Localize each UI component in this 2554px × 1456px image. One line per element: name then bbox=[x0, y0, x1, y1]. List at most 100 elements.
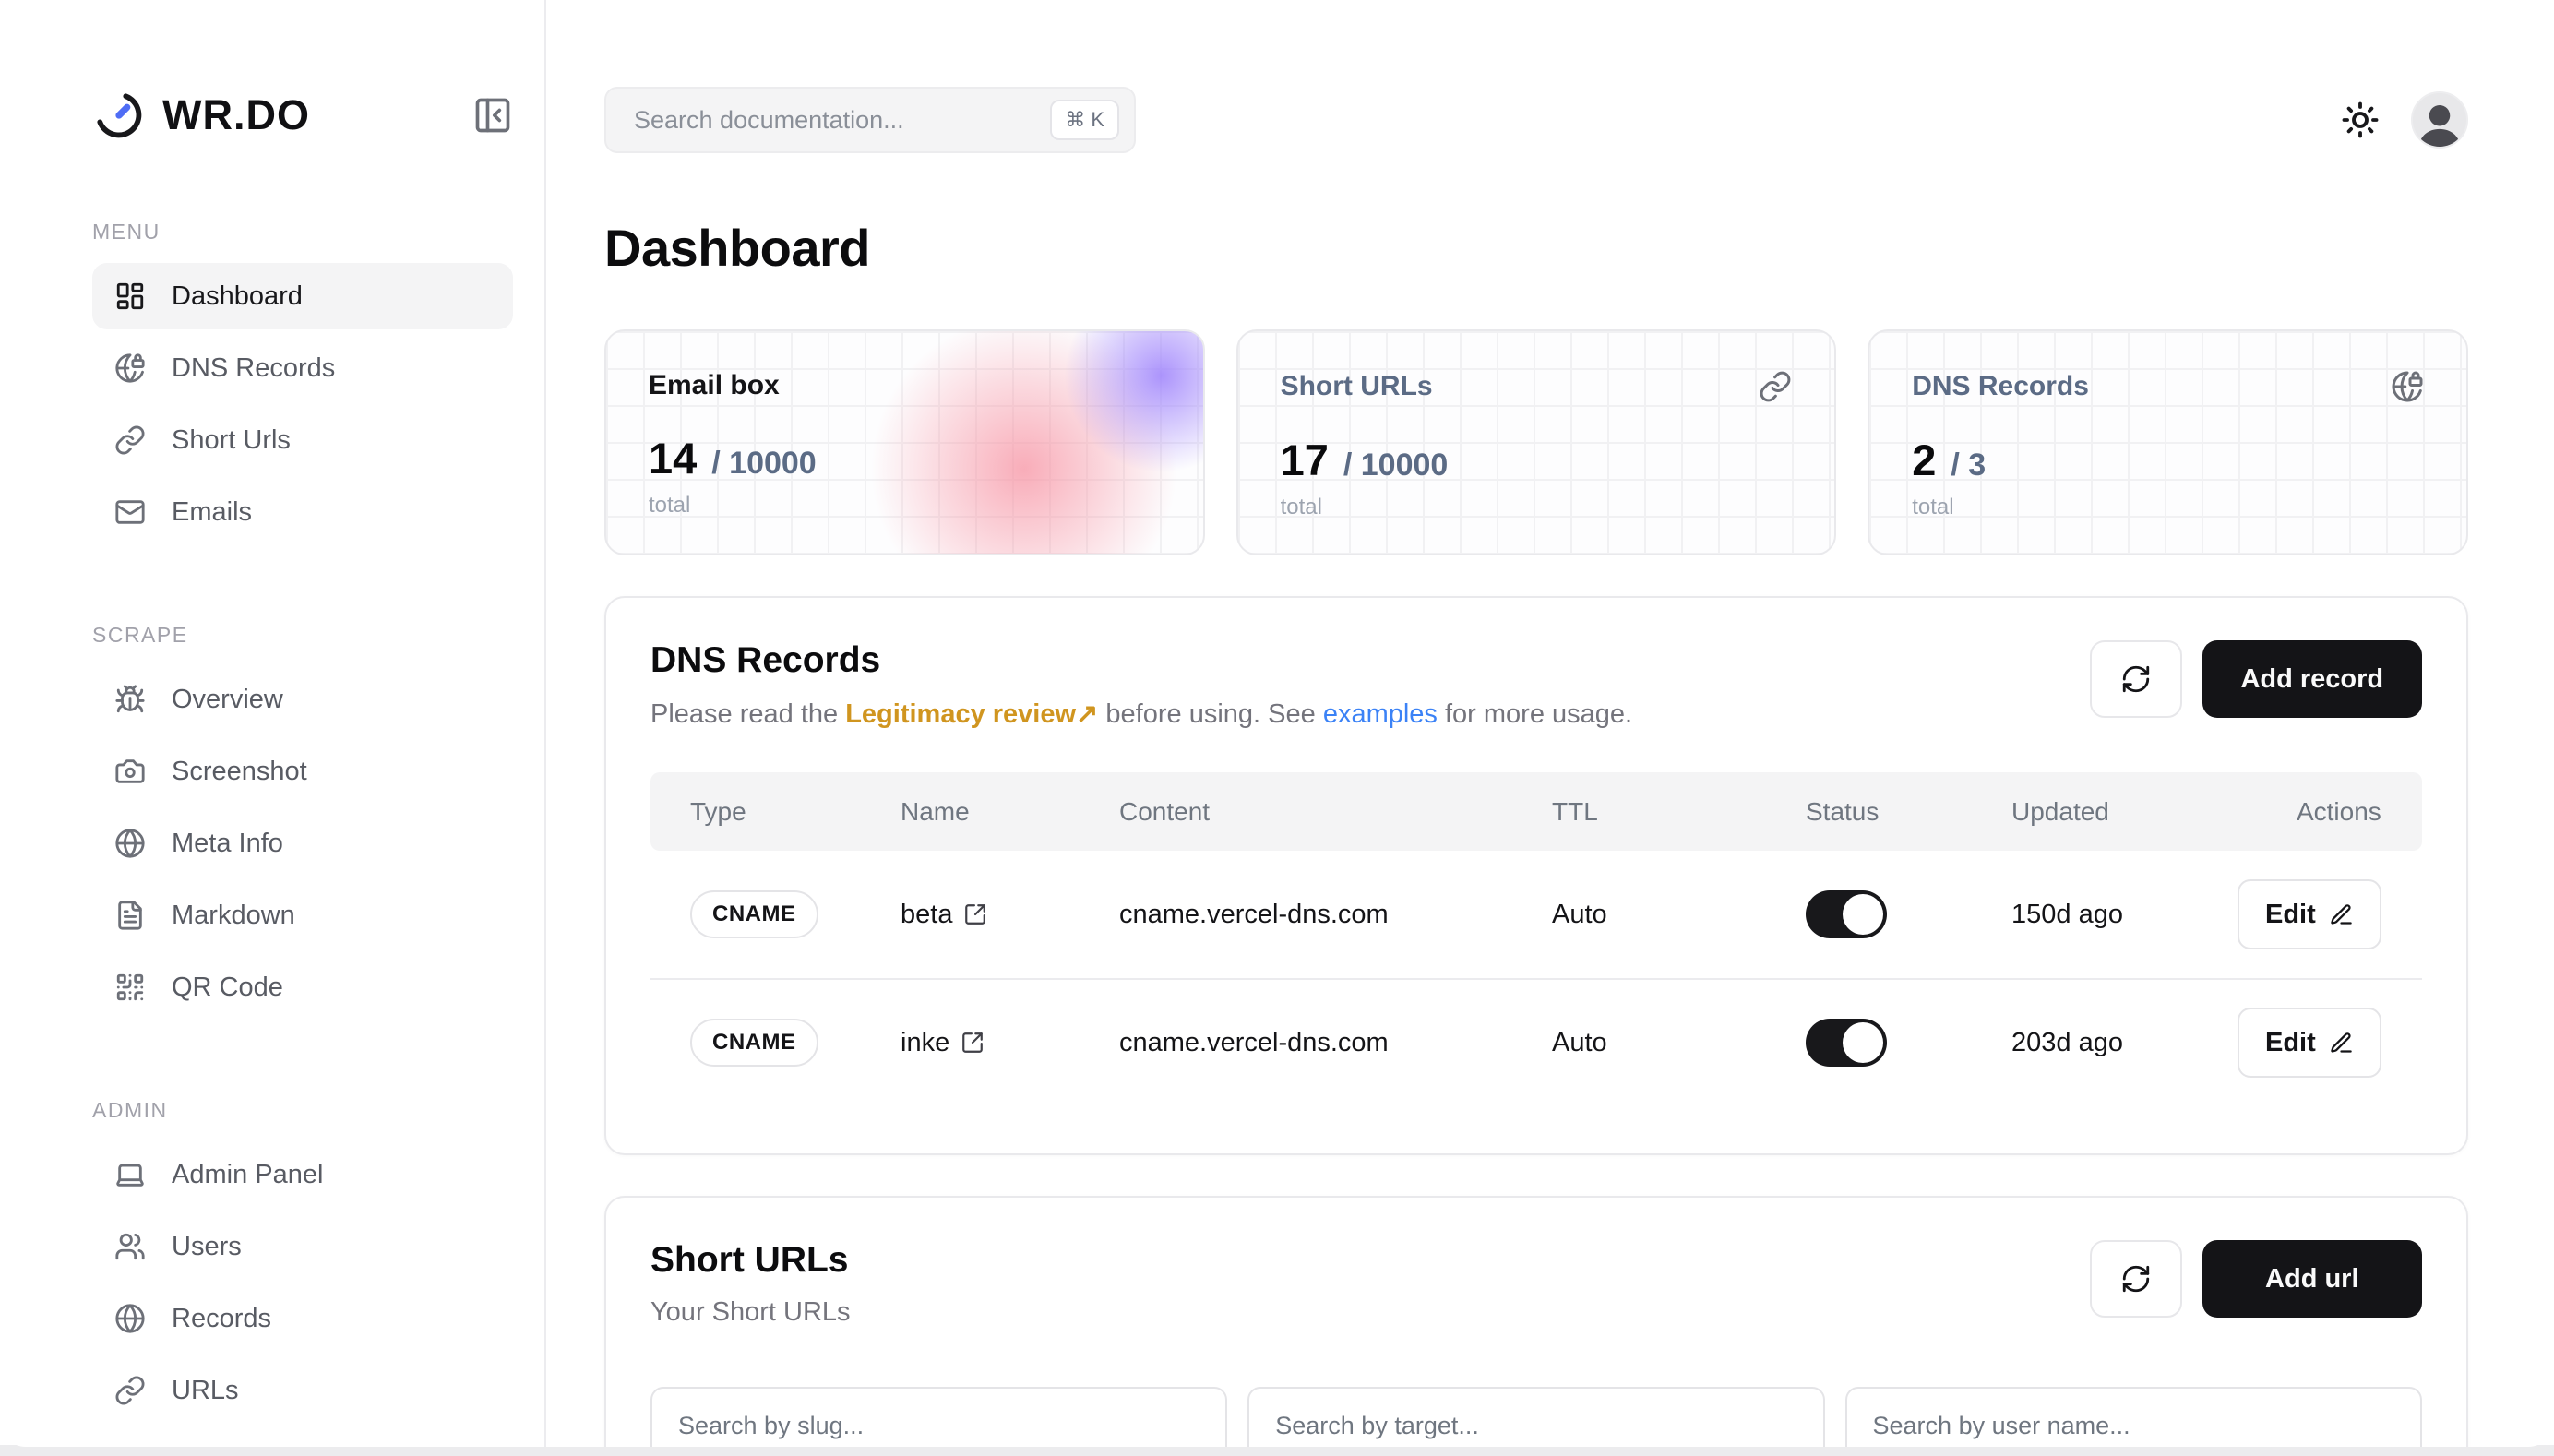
stat-card-dns-records: DNS Records 2 / 3 total bbox=[1868, 329, 2468, 555]
table-row: CNAME beta cname.vercel-dns.com Auto 150… bbox=[650, 851, 2422, 978]
record-updated: 150d ago bbox=[1972, 900, 2198, 930]
refresh-button[interactable] bbox=[2090, 1240, 2182, 1318]
record-name-link[interactable]: beta bbox=[901, 900, 987, 930]
short-urls-title: Short URLs bbox=[650, 1240, 851, 1281]
col-ttl: TTL bbox=[1512, 797, 1766, 827]
stat-limit: / 10000 bbox=[1343, 448, 1448, 483]
sidebar-section-scrape: SCRAPE bbox=[92, 623, 513, 648]
search-by-slug-input[interactable] bbox=[650, 1387, 1227, 1447]
col-type: Type bbox=[650, 797, 861, 827]
record-name-link[interactable]: inke bbox=[901, 1028, 985, 1058]
record-name: inke bbox=[901, 1028, 949, 1058]
search-by-target-input[interactable] bbox=[1247, 1387, 1824, 1447]
search-placeholder: Search documentation... bbox=[634, 106, 904, 135]
sidebar-item-screenshot[interactable]: Screenshot bbox=[92, 738, 513, 805]
table-row: CNAME inke cname.vercel-dns.com Auto 203… bbox=[650, 978, 2422, 1105]
link-icon bbox=[1759, 370, 1792, 403]
search-input[interactable]: Search documentation... ⌘ K bbox=[604, 87, 1136, 153]
add-record-button[interactable]: Add record bbox=[2202, 640, 2422, 718]
arrow-up-right-icon: ↗ bbox=[1076, 699, 1098, 729]
sidebar-item-label: Records bbox=[172, 1304, 271, 1334]
refresh-icon bbox=[2120, 663, 2152, 695]
sidebar-item-admin-panel[interactable]: Admin Panel bbox=[92, 1141, 513, 1208]
add-url-button[interactable]: Add url bbox=[2202, 1240, 2422, 1318]
col-name: Name bbox=[861, 797, 1080, 827]
sidebar-item-dashboard[interactable]: Dashboard bbox=[92, 263, 513, 329]
panel-collapse-icon[interactable] bbox=[472, 95, 513, 136]
stat-title: Email box bbox=[649, 370, 780, 401]
edit-label: Edit bbox=[2265, 1028, 2316, 1058]
col-actions: Actions bbox=[2198, 797, 2422, 827]
camera-icon bbox=[114, 756, 146, 787]
status-toggle[interactable] bbox=[1806, 890, 1887, 938]
users-icon bbox=[114, 1231, 146, 1262]
stat-limit: / 3 bbox=[1951, 448, 1986, 483]
sidebar-item-overview[interactable]: Overview bbox=[92, 666, 513, 733]
col-updated: Updated bbox=[1972, 797, 2198, 827]
short-urls-section: Short URLs Your Short URLs Add url bbox=[604, 1196, 2468, 1447]
examples-link[interactable]: examples bbox=[1323, 699, 1438, 729]
record-ttl: Auto bbox=[1512, 1028, 1766, 1058]
edit-label: Edit bbox=[2265, 900, 2316, 930]
sidebar-item-label: Short Urls bbox=[172, 425, 291, 456]
record-name: beta bbox=[901, 900, 952, 930]
sidebar-item-label: Users bbox=[172, 1232, 242, 1262]
sidebar-item-dns-records[interactable]: DNS Records bbox=[92, 335, 513, 401]
stat-title: Short URLs bbox=[1281, 371, 1433, 402]
page-title: Dashboard bbox=[604, 218, 2468, 278]
stat-value: 2 bbox=[1912, 435, 1936, 485]
search-by-user-name-input[interactable] bbox=[1845, 1387, 2422, 1447]
sidebar-item-meta-info[interactable]: Meta Info bbox=[92, 810, 513, 877]
edit-button[interactable]: Edit bbox=[2238, 1008, 2381, 1078]
desc-text: Please read the bbox=[650, 699, 845, 729]
sidebar-item-users[interactable]: Users bbox=[92, 1213, 513, 1280]
sidebar-item-qr-code[interactable]: QR Code bbox=[92, 954, 513, 1020]
mail-icon bbox=[114, 496, 146, 528]
dns-section-title: DNS Records bbox=[650, 640, 1632, 681]
sidebar-item-short-urls[interactable]: Short Urls bbox=[92, 407, 513, 473]
globe-lock-icon bbox=[2391, 370, 2424, 403]
bug-icon bbox=[114, 684, 146, 715]
brand[interactable]: WR.DO bbox=[92, 89, 513, 142]
topbar: Search documentation... ⌘ K bbox=[604, 87, 2468, 153]
dns-table: Type Name Content TTL Status Updated Act… bbox=[650, 772, 2422, 1105]
stat-caption: total bbox=[1912, 495, 2424, 520]
col-content: Content bbox=[1080, 797, 1512, 827]
pencil-icon bbox=[2329, 902, 2354, 927]
sidebar-item-emails[interactable]: Emails bbox=[92, 479, 513, 545]
sidebar-item-label: Meta Info bbox=[172, 829, 283, 859]
sidebar-item-label: Dashboard bbox=[172, 281, 303, 312]
sidebar-item-markdown[interactable]: Markdown bbox=[92, 882, 513, 949]
edit-button[interactable]: Edit bbox=[2238, 879, 2381, 949]
avatar-person-icon bbox=[2415, 97, 2464, 147]
laptop-icon bbox=[114, 1159, 146, 1190]
sidebar-section-admin: ADMIN bbox=[92, 1098, 513, 1123]
sidebar-item-urls[interactable]: URLs bbox=[92, 1357, 513, 1424]
stat-card-email-box: Email box 14 / 10000 total bbox=[604, 329, 1205, 555]
sun-icon[interactable] bbox=[2341, 101, 2380, 139]
sidebar-item-label: QR Code bbox=[172, 973, 283, 1003]
brand-name: WR.DO bbox=[162, 91, 310, 139]
record-ttl: Auto bbox=[1512, 900, 1766, 930]
sidebar-item-records[interactable]: Records bbox=[92, 1285, 513, 1352]
toggle-knob bbox=[1843, 894, 1883, 935]
user-avatar[interactable] bbox=[2411, 91, 2468, 149]
main-content: Search documentation... ⌘ K Dashboard Em… bbox=[546, 0, 2554, 1447]
globe-lock-icon bbox=[114, 352, 146, 384]
stat-value: 14 bbox=[649, 433, 697, 483]
link-icon bbox=[114, 424, 146, 456]
sidebar-item-label: DNS Records bbox=[172, 353, 335, 384]
desc-text: for more usage. bbox=[1438, 699, 1632, 729]
stat-caption: total bbox=[1281, 495, 1793, 520]
refresh-icon bbox=[2120, 1263, 2152, 1295]
gauge-logo-icon bbox=[92, 89, 146, 142]
refresh-button[interactable] bbox=[2090, 640, 2182, 718]
record-updated: 203d ago bbox=[1972, 1028, 2198, 1058]
link-icon bbox=[114, 1375, 146, 1406]
toggle-knob bbox=[1843, 1022, 1883, 1063]
topbar-actions bbox=[2341, 91, 2468, 149]
status-toggle[interactable] bbox=[1806, 1019, 1887, 1067]
sidebar: WR.DO MENU Dashboard DNS Records Short U… bbox=[0, 0, 546, 1447]
legitimacy-review-link[interactable]: Legitimacy review bbox=[845, 699, 1076, 729]
short-urls-subtitle: Your Short URLs bbox=[650, 1297, 851, 1328]
